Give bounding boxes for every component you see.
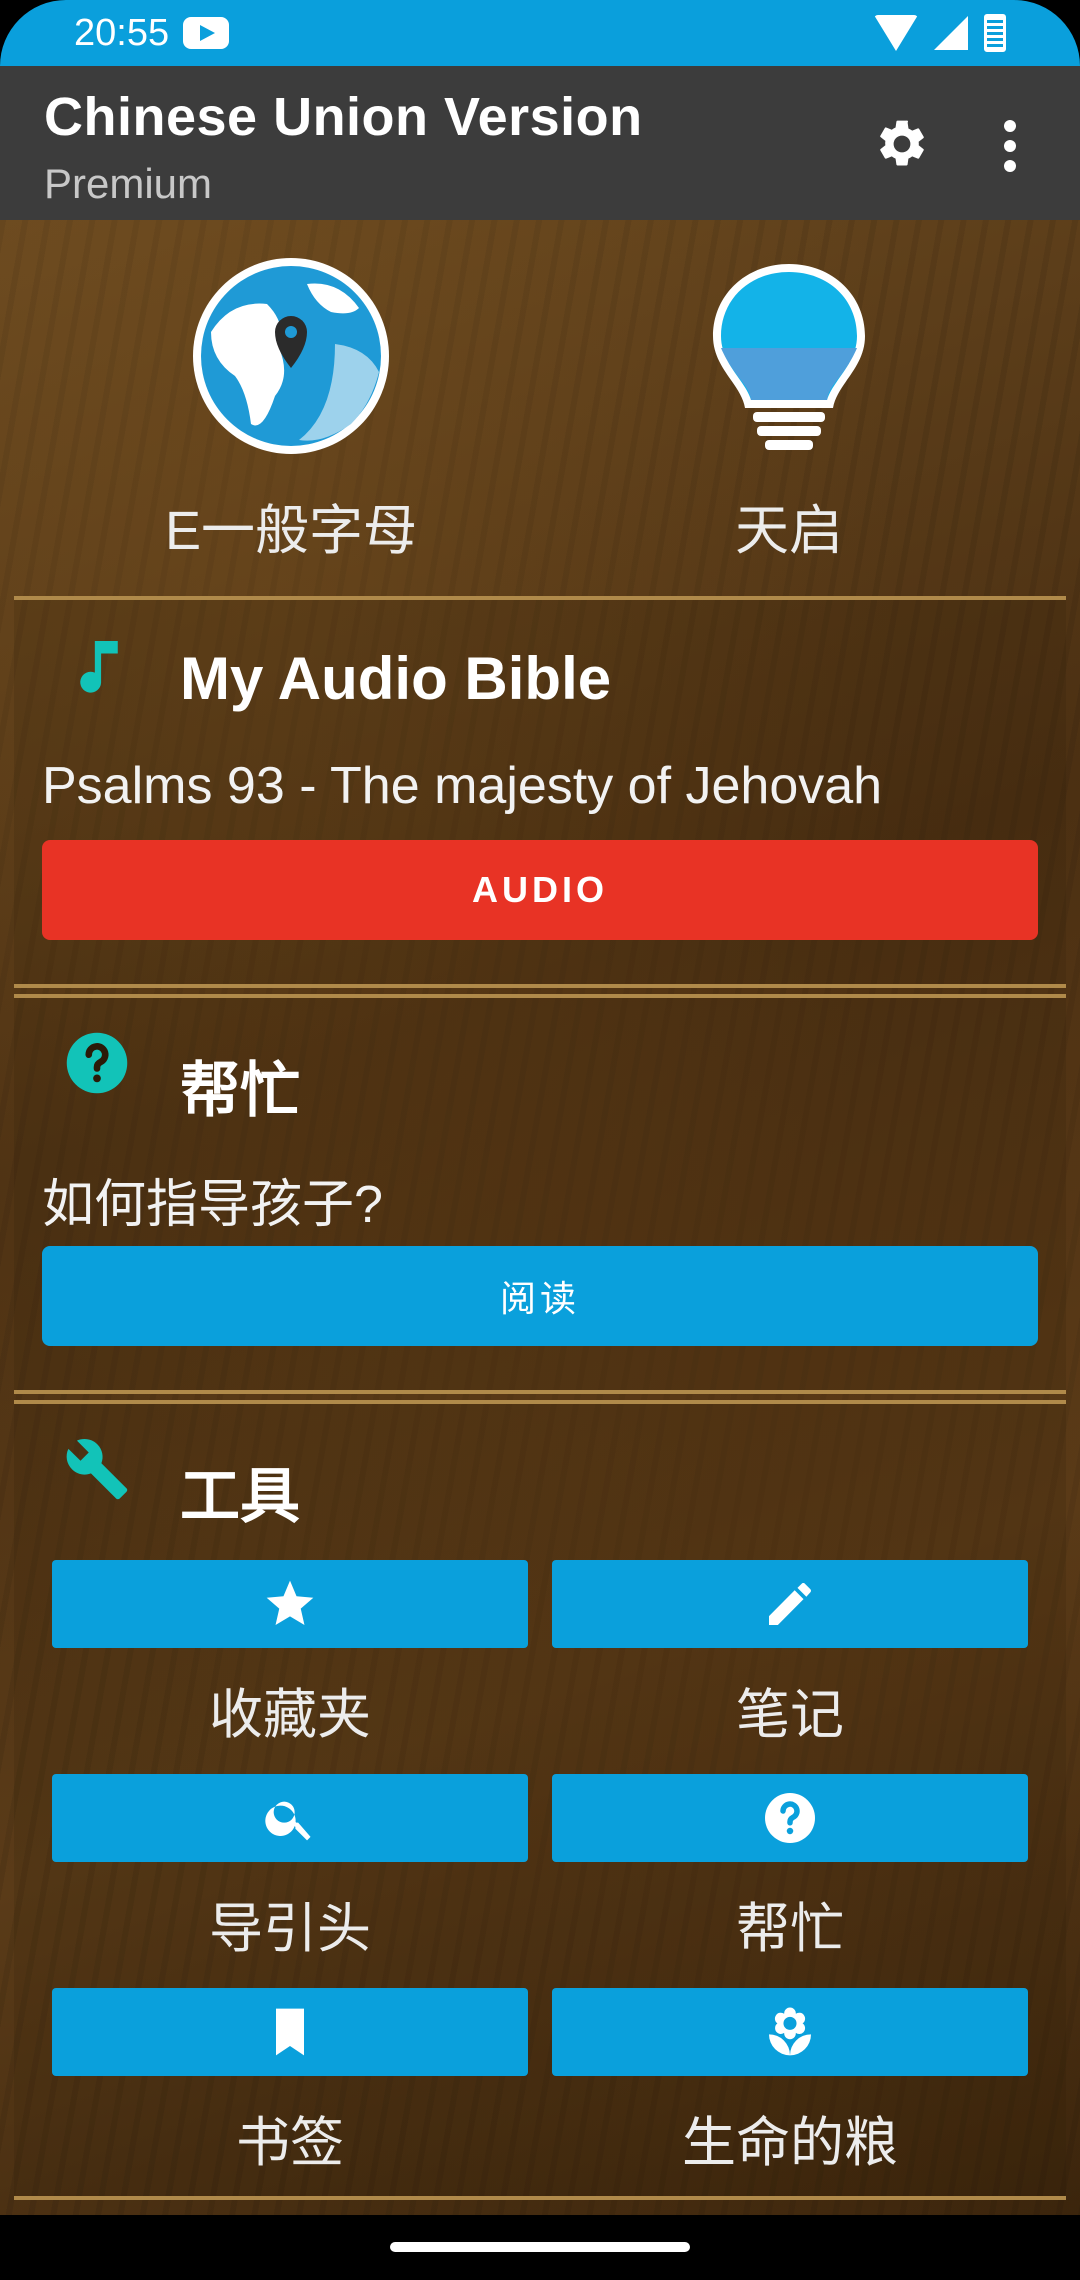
- favorites-label: 收藏夹: [209, 1685, 371, 1745]
- star-icon: [266, 1580, 314, 1625]
- status-bar: 20:55: [0, 0, 1080, 66]
- youtube-notification-icon: [183, 17, 230, 49]
- notes-label: 笔记: [736, 1685, 844, 1745]
- read-button[interactable]: 阅读: [42, 1246, 1038, 1346]
- bookmarks-label: 书签: [236, 2113, 344, 2173]
- audio-button[interactable]: AUDIO: [42, 840, 1038, 940]
- favorites-button[interactable]: [52, 1560, 528, 1648]
- search-icon: [265, 1801, 311, 1841]
- wifi-icon: [874, 15, 918, 51]
- status-time: 20:55: [74, 11, 170, 54]
- home-indicator[interactable]: [390, 2242, 690, 2252]
- bookmarks-button[interactable]: [52, 1988, 528, 2076]
- music-note-icon: [80, 641, 118, 693]
- notes-button[interactable]: [552, 1560, 1028, 1648]
- help-circle-icon: [66, 1032, 128, 1094]
- pencil-icon: [769, 1583, 811, 1625]
- audio-section-text: Psalms 93 - The majesty of Jehovah: [42, 757, 883, 815]
- help-section-title: 帮忙: [180, 1057, 300, 1124]
- lightbulb-icon: [713, 264, 865, 450]
- top-item-label: 天启: [735, 501, 843, 561]
- search-button[interactable]: [52, 1774, 528, 1862]
- globe-icon: [193, 258, 389, 454]
- tools-section-title: 工具: [180, 1463, 300, 1530]
- cellular-signal-icon: [934, 16, 968, 50]
- settings-gear-icon[interactable]: [874, 116, 930, 172]
- audio-section-title: My Audio Bible: [180, 645, 612, 712]
- top-item-label: E一般字母: [164, 501, 418, 561]
- wrench-icon: [66, 1439, 128, 1500]
- help-circle-icon: [765, 1793, 815, 1843]
- status-icons: [874, 14, 1006, 52]
- help-button[interactable]: [552, 1774, 1028, 1862]
- app-bar: Chinese Union Version Premium: [0, 66, 1080, 220]
- battery-icon: [984, 14, 1006, 52]
- help-label: 帮忙: [736, 1899, 844, 1959]
- bread-of-life-label: 生命的粮: [682, 2113, 898, 2173]
- bread-of-life-button[interactable]: [552, 1988, 1028, 2076]
- top-item-globe[interactable]: E一般字母: [150, 256, 432, 565]
- bookmark-icon: [276, 2008, 304, 2056]
- help-section-text: 如何指导孩子?: [42, 1176, 383, 1234]
- overflow-menu-icon[interactable]: [1000, 120, 1020, 172]
- flower-icon: [769, 2007, 811, 2056]
- search-label: 导引头: [209, 1899, 371, 1959]
- top-item-lightbulb[interactable]: 天启: [648, 256, 930, 565]
